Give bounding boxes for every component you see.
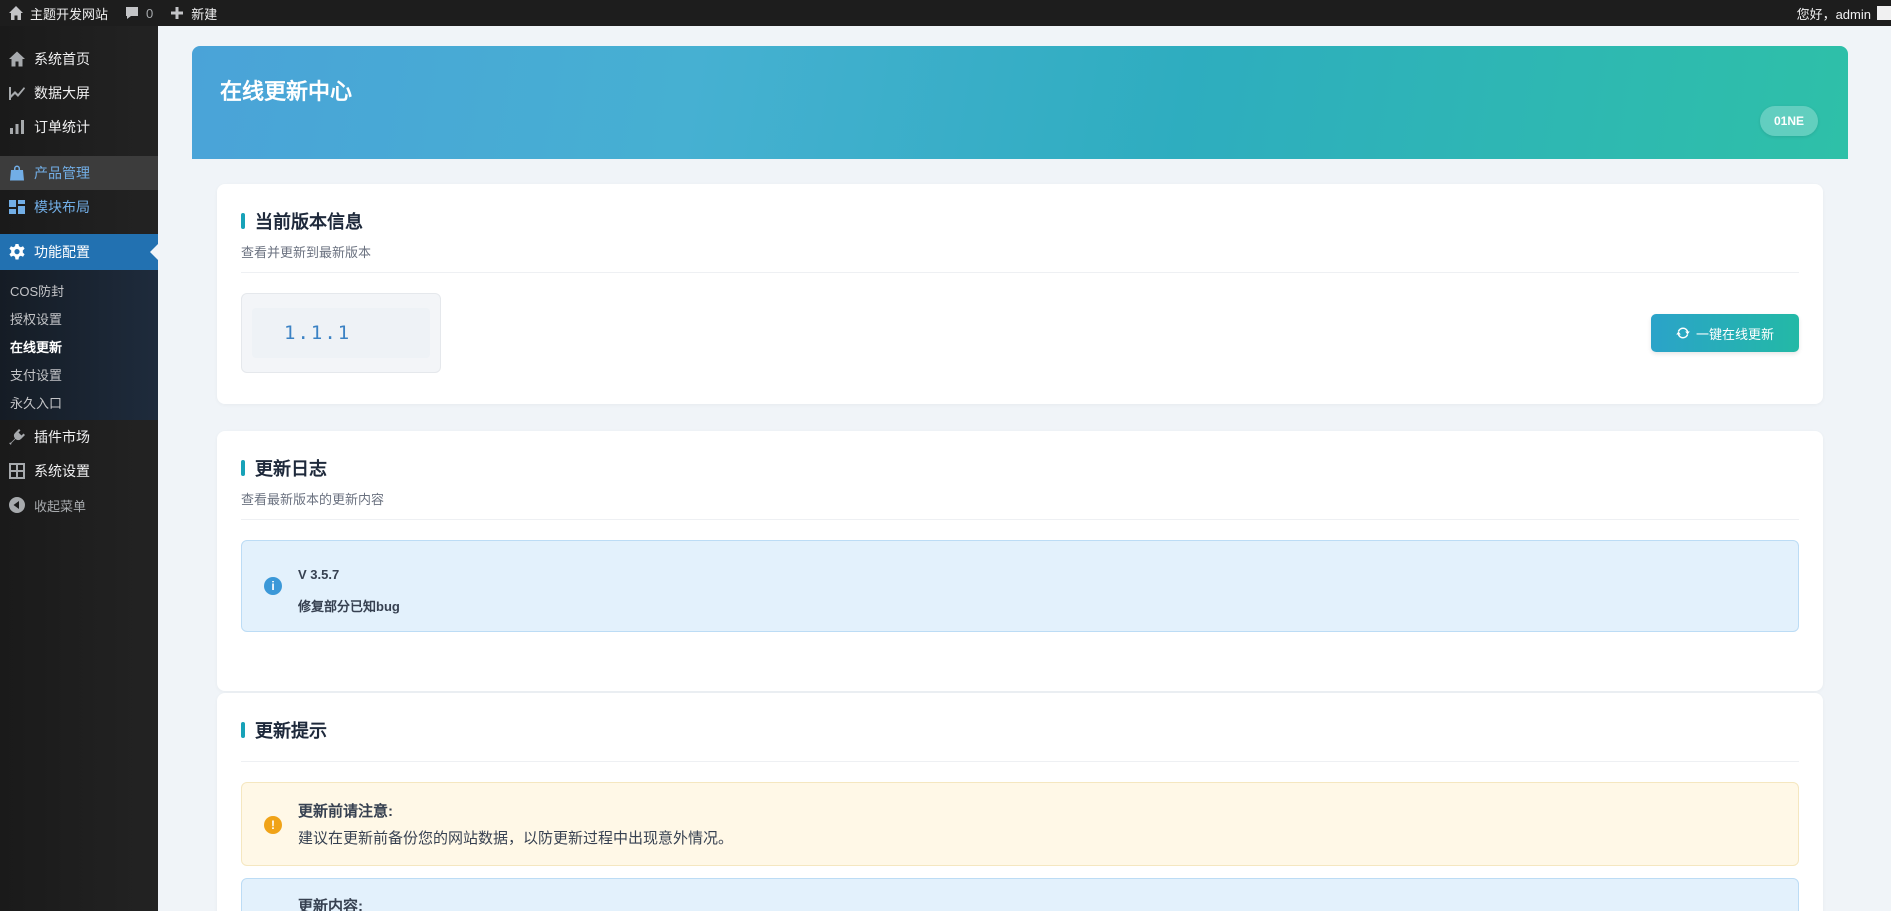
card-subtitle: 查看最新版本的更新内容	[241, 492, 385, 507]
title-accent-bar	[241, 213, 245, 229]
submenu-item-payment[interactable]: 支付设置	[0, 360, 158, 388]
sidebar-item-label: 订单统计	[34, 119, 90, 135]
sidebar-item-label: 收起菜单	[34, 498, 87, 514]
sidebar-item-layout[interactable]: 模块布局	[0, 190, 158, 224]
comment-icon	[126, 7, 139, 19]
warning-title: 更新前请注意:	[298, 803, 393, 820]
main-content: 在线更新中心 01NE 当前版本信息 查看并更新到最新版本 1.1.1 一键在线…	[158, 26, 1891, 911]
update-content-notice: 更新内容:	[241, 878, 1799, 911]
greeting: 您好，admin	[1796, 6, 1871, 22]
card-title-text: 当前版本信息	[255, 212, 363, 232]
collapse-icon	[9, 497, 25, 513]
layout-icon	[9, 200, 25, 214]
update-tips-card: 更新提示 ! 更新前请注意: 建议在更新前备份您的网站数据，以防更新过程中出现意…	[217, 693, 1823, 911]
changelog-version: V 3.5.7	[298, 567, 340, 582]
warning-icon: !	[264, 816, 282, 834]
refresh-icon	[1676, 327, 1690, 339]
card-title: 更新日志	[241, 455, 327, 481]
sidebar-item-dashboard[interactable]: 系统首页	[0, 42, 158, 76]
sidebar-item-label: 数据大屏	[34, 85, 90, 101]
sidebar-item-label: 插件市场	[34, 429, 90, 445]
sidebar-item-feature-config[interactable]: 功能配置	[0, 234, 158, 270]
sidebar-item-label: 系统首页	[34, 51, 90, 67]
avatar	[1877, 6, 1891, 20]
submenu-feature-config: COS防封 授权设置 在线更新 支付设置 永久入口	[0, 270, 158, 420]
chart-area-icon	[9, 87, 25, 100]
online-update-label: 一键在线更新	[1695, 326, 1774, 342]
settings-grid-icon	[9, 463, 25, 479]
sidebar-item-label: 功能配置	[34, 244, 90, 260]
divider	[241, 519, 1799, 520]
update-content-title: 更新内容:	[298, 898, 363, 911]
card-subtitle: 查看并更新到最新版本	[241, 245, 372, 260]
sidebar-item-label: 系统设置	[34, 463, 90, 479]
sidebar-item-label: 模块布局	[34, 199, 90, 215]
collapse-menu-button[interactable]: 收起菜单	[0, 488, 158, 522]
title-accent-bar	[241, 460, 245, 476]
plus-icon	[171, 7, 184, 19]
submenu-item-license[interactable]: 授权设置	[0, 304, 158, 332]
current-version: 1.1.1	[252, 308, 430, 358]
sidebar-item-plugins[interactable]: 插件市场	[0, 420, 158, 454]
home-icon	[9, 51, 25, 67]
version-card: 当前版本信息 查看并更新到最新版本 1.1.1 一键在线更新	[217, 184, 1823, 404]
changelog-content: 修复部分已知bug	[298, 599, 400, 614]
online-update-button[interactable]: 一键在线更新	[1651, 314, 1799, 352]
new-content-link[interactable]: 新建	[161, 0, 225, 26]
warning-text: 建议在更新前备份您的网站数据，以防更新过程中出现意外情况。	[298, 830, 734, 847]
bar-chart-icon	[10, 120, 24, 134]
title-accent-bar	[241, 722, 245, 738]
info-icon: i	[264, 577, 282, 595]
gear-icon	[9, 244, 25, 260]
site-name-link[interactable]: 主题开发网站	[0, 0, 116, 26]
sidebar-item-data-screen[interactable]: 数据大屏	[0, 76, 158, 110]
card-title: 当前版本信息	[241, 208, 363, 234]
changelog-notice: i V 3.5.7 修复部分已知bug	[241, 540, 1799, 632]
sidebar-item-label: 产品管理	[34, 165, 90, 181]
comments-link[interactable]: 0	[116, 0, 161, 26]
submenu-item-cos[interactable]: COS防封	[0, 276, 158, 304]
home-icon	[9, 6, 23, 20]
submenu-item-online-update[interactable]: 在线更新	[0, 332, 158, 360]
new-label: 新建	[191, 6, 218, 22]
card-title-text: 更新日志	[255, 459, 327, 479]
sidebar-item-products[interactable]: 产品管理	[0, 156, 158, 190]
plugin-icon	[9, 429, 25, 445]
account-menu[interactable]: 您好，admin	[1797, 0, 1891, 26]
divider	[241, 272, 1799, 273]
theme-badge: 01NE	[1760, 106, 1818, 136]
card-title-text: 更新提示	[255, 721, 327, 741]
current-version-box: 1.1.1	[241, 293, 441, 373]
site-name: 主题开发网站	[30, 6, 109, 22]
sidebar: 系统首页 数据大屏 订单统计 产品管理 模块布局 功能配置 COS防封 授权设置…	[0, 26, 158, 911]
changelog-card: 更新日志 查看最新版本的更新内容 i V 3.5.7 修复部分已知bug	[217, 431, 1823, 691]
page-title: 在线更新中心	[220, 79, 353, 104]
card-title: 更新提示	[241, 717, 327, 743]
shopping-bag-icon	[10, 165, 24, 181]
warning-notice: ! 更新前请注意: 建议在更新前备份您的网站数据，以防更新过程中出现意外情况。	[241, 782, 1799, 866]
page-header: 在线更新中心 01NE	[192, 46, 1848, 159]
submenu-item-permanent-entry[interactable]: 永久入口	[0, 388, 158, 416]
comments-count: 0	[146, 5, 154, 21]
divider	[241, 761, 1799, 762]
sidebar-item-system-settings[interactable]: 系统设置	[0, 454, 158, 488]
sidebar-item-order-stats[interactable]: 订单统计	[0, 110, 158, 144]
admin-bar: 主题开发网站 0 新建 您好，admin	[0, 0, 1891, 26]
